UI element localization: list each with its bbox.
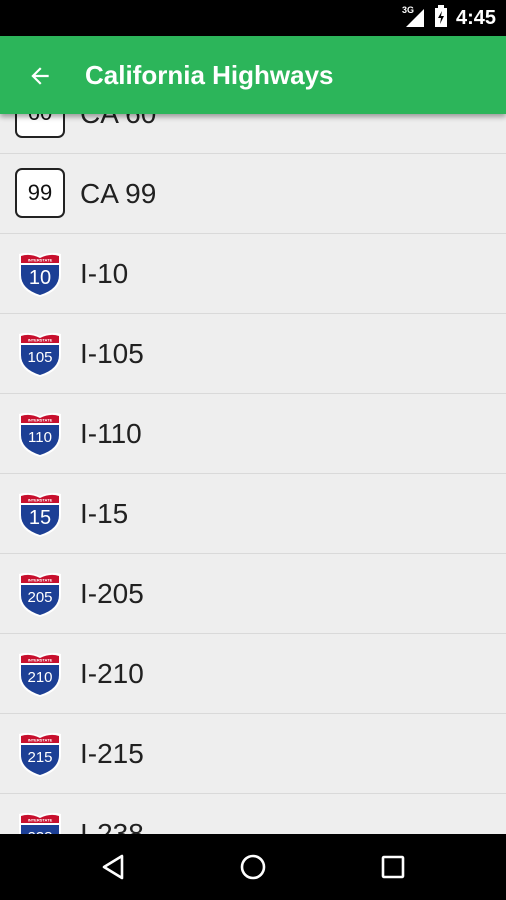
california-route-shield-icon: 60	[15, 114, 65, 138]
highway-list-item[interactable]: INTERSTATE 10 I-10	[0, 234, 506, 314]
app-bar: California Highways	[0, 36, 506, 114]
battery-icon	[434, 4, 448, 32]
shield-banner-text: INTERSTATE	[28, 338, 53, 343]
nav-home-circle-icon	[240, 854, 266, 880]
nav-home-button[interactable]	[233, 847, 273, 887]
highway-label: I-105	[80, 338, 144, 369]
interstate-shield-icon: INTERSTATE 215	[15, 729, 65, 779]
shield-number: 110	[28, 429, 52, 446]
shield-banner-text: INTERSTATE	[28, 578, 53, 583]
network-type-label: 3G	[401, 5, 414, 15]
app-title: California Highways	[85, 60, 334, 90]
shield-number: 205	[27, 589, 52, 606]
shield-number: 10	[29, 267, 51, 289]
nav-back-button[interactable]	[93, 847, 133, 887]
status-time: 4:45	[455, 6, 496, 29]
nav-recents-button[interactable]	[373, 847, 413, 887]
interstate-shield-icon: INTERSTATE238	[15, 809, 65, 834]
highway-label: I-110	[80, 418, 142, 449]
shield-number: 215	[27, 749, 52, 766]
status-bar: 3G 4:45	[0, 0, 506, 36]
shield-number: 15	[29, 507, 51, 529]
highway-label: I-210	[80, 658, 144, 689]
status-icons: 3G 4:45	[401, 0, 496, 36]
arrow-left-icon	[31, 67, 49, 85]
shield-banner-text: INTERSTATE	[28, 658, 53, 663]
shield-number: 210	[27, 669, 52, 686]
highway-list-item[interactable]: INTERSTATE 15 I-15	[0, 474, 506, 554]
highway-label: CA 99	[80, 178, 157, 209]
highway-list-item[interactable]: INTERSTATE238 I-238	[0, 794, 506, 834]
interstate-shield-icon: INTERSTATE 205	[15, 569, 65, 619]
back-button[interactable]	[20, 56, 60, 96]
highway-label: I-238	[80, 818, 144, 834]
highway-label: I-10	[80, 258, 129, 289]
highway-label: CA 60	[80, 114, 156, 153]
interstate-shield-icon: INTERSTATE 10	[15, 249, 65, 299]
nav-back-triangle-icon	[102, 854, 124, 880]
highway-list-item[interactable]: 99 CA 99	[0, 154, 506, 234]
interstate-shield-icon: INTERSTATE 15	[15, 489, 65, 539]
shield-banner-text: INTERSTATE	[28, 418, 53, 423]
highway-list-item[interactable]: INTERSTATE 110 I-110	[0, 394, 506, 474]
interstate-shield-icon: INTERSTATE 110	[15, 409, 65, 459]
highway-list-item[interactable]: INTERSTATE 205 I-205	[0, 554, 506, 634]
shield-number: 105	[27, 349, 52, 366]
shield-banner-text: INTERSTATE	[28, 498, 53, 503]
highway-list[interactable]: 60CA 6099CA 99INTERSTATE10I-10INTERSTATE…	[0, 114, 506, 834]
shield-banner-text: INTERSTATE	[28, 818, 53, 823]
highway-label: I-15	[80, 498, 129, 529]
highway-list-inner: 60CA 6099CA 99INTERSTATE10I-10INTERSTATE…	[0, 114, 506, 834]
highway-label: I-215	[80, 738, 144, 769]
highway-label: I-205	[80, 578, 144, 609]
signal-icon: 3G	[401, 5, 426, 29]
highway-list-item[interactable]: 60 CA 60	[0, 114, 506, 154]
highway-list-item[interactable]: INTERSTATE 215 I-215	[0, 714, 506, 794]
highway-list-item[interactable]: INTERSTATE 210 I-210	[0, 634, 506, 714]
shield-banner-text: INTERSTATE	[28, 258, 53, 263]
interstate-shield-icon: INTERSTATE 105	[15, 329, 65, 379]
nav-recents-square-icon	[381, 855, 405, 879]
california-route-shield-icon: 99	[15, 168, 65, 218]
shield-banner-text: INTERSTATE	[28, 738, 53, 743]
highway-list-item[interactable]: INTERSTATE 105 I-105	[0, 314, 506, 394]
navigation-bar	[0, 834, 506, 900]
interstate-shield-icon: INTERSTATE 210	[15, 649, 65, 699]
